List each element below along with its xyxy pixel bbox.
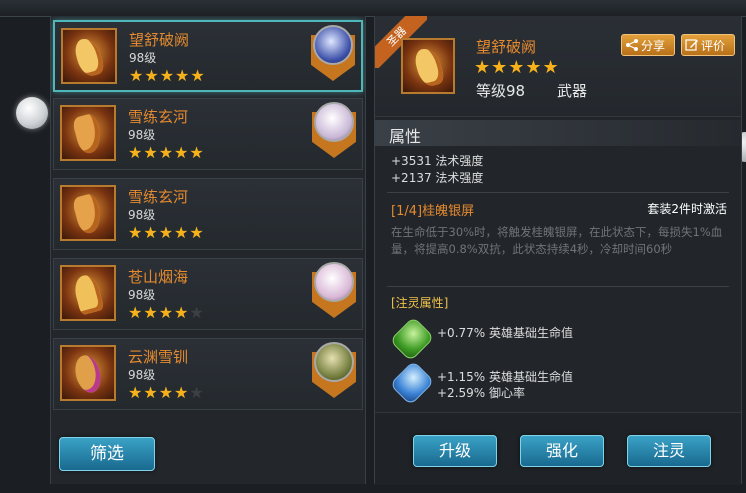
item-level: 98级 [128, 128, 156, 142]
detail-header: 圣器 望舒破阙 ★★★★★ 等级98 武器 分享 评价 [375, 16, 741, 117]
share-icon [626, 39, 638, 51]
equipment-thumbnail-large [401, 38, 455, 94]
edit-icon [685, 39, 698, 51]
equipment-thumbnail [60, 185, 116, 241]
top-bar [0, 0, 746, 17]
star-rating: ★★★★★ [128, 383, 205, 402]
owner-avatar-badge[interactable] [311, 25, 355, 81]
strengthen-button[interactable]: 强化 [520, 435, 604, 467]
item-name: 苍山烟海 [128, 268, 189, 286]
item-name: 雪练玄河 [128, 188, 189, 206]
item-name: 雪练玄河 [128, 108, 189, 126]
item-name: 云渊雪钏 [128, 348, 189, 366]
equipment-name: 望舒破阙 [476, 38, 537, 56]
star-rating: ★★★★★ [474, 57, 560, 78]
set-description: 在生命低于30%时，将触发桂魄银屏，在此状态下，每损失1%血量，将提高0.8%双… [391, 225, 723, 256]
spirit-attributes-title: [注灵属性] [391, 296, 449, 310]
star-rating: ★★★★★ [129, 66, 206, 85]
green-gem-icon [389, 316, 435, 362]
share-button[interactable]: 分享 [621, 34, 675, 56]
avatar [313, 25, 353, 65]
list-item[interactable]: 雪练玄河 98级 ★★★★★ [53, 178, 363, 250]
divider [387, 192, 729, 193]
equipment-thumbnail [60, 265, 116, 321]
list-item[interactable]: 望舒破阙 98级 ★★★★★ [53, 20, 363, 92]
owner-avatar-badge[interactable] [312, 262, 356, 318]
avatar [314, 102, 354, 142]
blue-gem-icon [389, 360, 435, 406]
item-level: 98级 [129, 51, 157, 65]
equipment-list[interactable]: 望舒破阙 98级 ★★★★★ 雪练玄河 98级 ★★★★★ 雪练玄河 98级 ★… [51, 16, 365, 416]
owner-avatar-badge[interactable] [312, 102, 356, 158]
item-level: 98级 [128, 288, 156, 302]
spirit-attribute-line: +1.15% 英雄基础生命值 [437, 370, 573, 384]
item-name: 望舒破阙 [129, 31, 190, 49]
attribute-line: +2137 法术强度 [391, 171, 484, 185]
infuse-button[interactable]: 注灵 [627, 435, 711, 467]
equipment-level: 等级98 [476, 82, 526, 100]
list-item[interactable]: 云渊雪钏 98级 ★★★★★ [53, 338, 363, 410]
upgrade-button[interactable]: 升级 [413, 435, 497, 467]
star-rating: ★★★★★ [128, 223, 205, 242]
spirit-attribute-line: +2.59% 御心率 [437, 386, 525, 400]
equipment-thumbnail [60, 345, 116, 401]
review-button[interactable]: 评价 [681, 34, 735, 56]
owner-avatar-badge[interactable] [312, 342, 356, 398]
equipment-type: 武器 [557, 82, 588, 100]
set-condition: 套装2件时激活 [647, 202, 727, 216]
filter-button[interactable]: 筛选 [59, 437, 155, 471]
attribute-line: +3531 法术强度 [391, 154, 484, 168]
divider [387, 286, 729, 287]
equipment-list-panel: 望舒破阙 98级 ★★★★★ 雪练玄河 98级 ★★★★★ 雪练玄河 98级 ★… [50, 16, 366, 484]
equipment-detail-panel: 圣器 望舒破阙 ★★★★★ 等级98 武器 分享 评价 属性 +3531 法术强… [374, 16, 742, 485]
side-orb-icon[interactable] [16, 97, 48, 129]
avatar [314, 342, 354, 382]
equipment-thumbnail [60, 105, 116, 161]
star-rating: ★★★★★ [128, 303, 205, 322]
item-level: 98级 [128, 208, 156, 222]
attributes-section-title: 属性 [375, 120, 741, 146]
spirit-attribute-line: +0.77% 英雄基础生命值 [437, 326, 573, 340]
equipment-thumbnail [61, 28, 117, 84]
list-item[interactable]: 苍山烟海 98级 ★★★★★ [53, 258, 363, 330]
set-name: [1/4]桂魄银屏 [391, 204, 475, 219]
item-level: 98级 [128, 368, 156, 382]
list-item[interactable]: 雪练玄河 98级 ★★★★★ [53, 98, 363, 170]
star-rating: ★★★★★ [128, 143, 205, 162]
avatar [314, 262, 354, 302]
